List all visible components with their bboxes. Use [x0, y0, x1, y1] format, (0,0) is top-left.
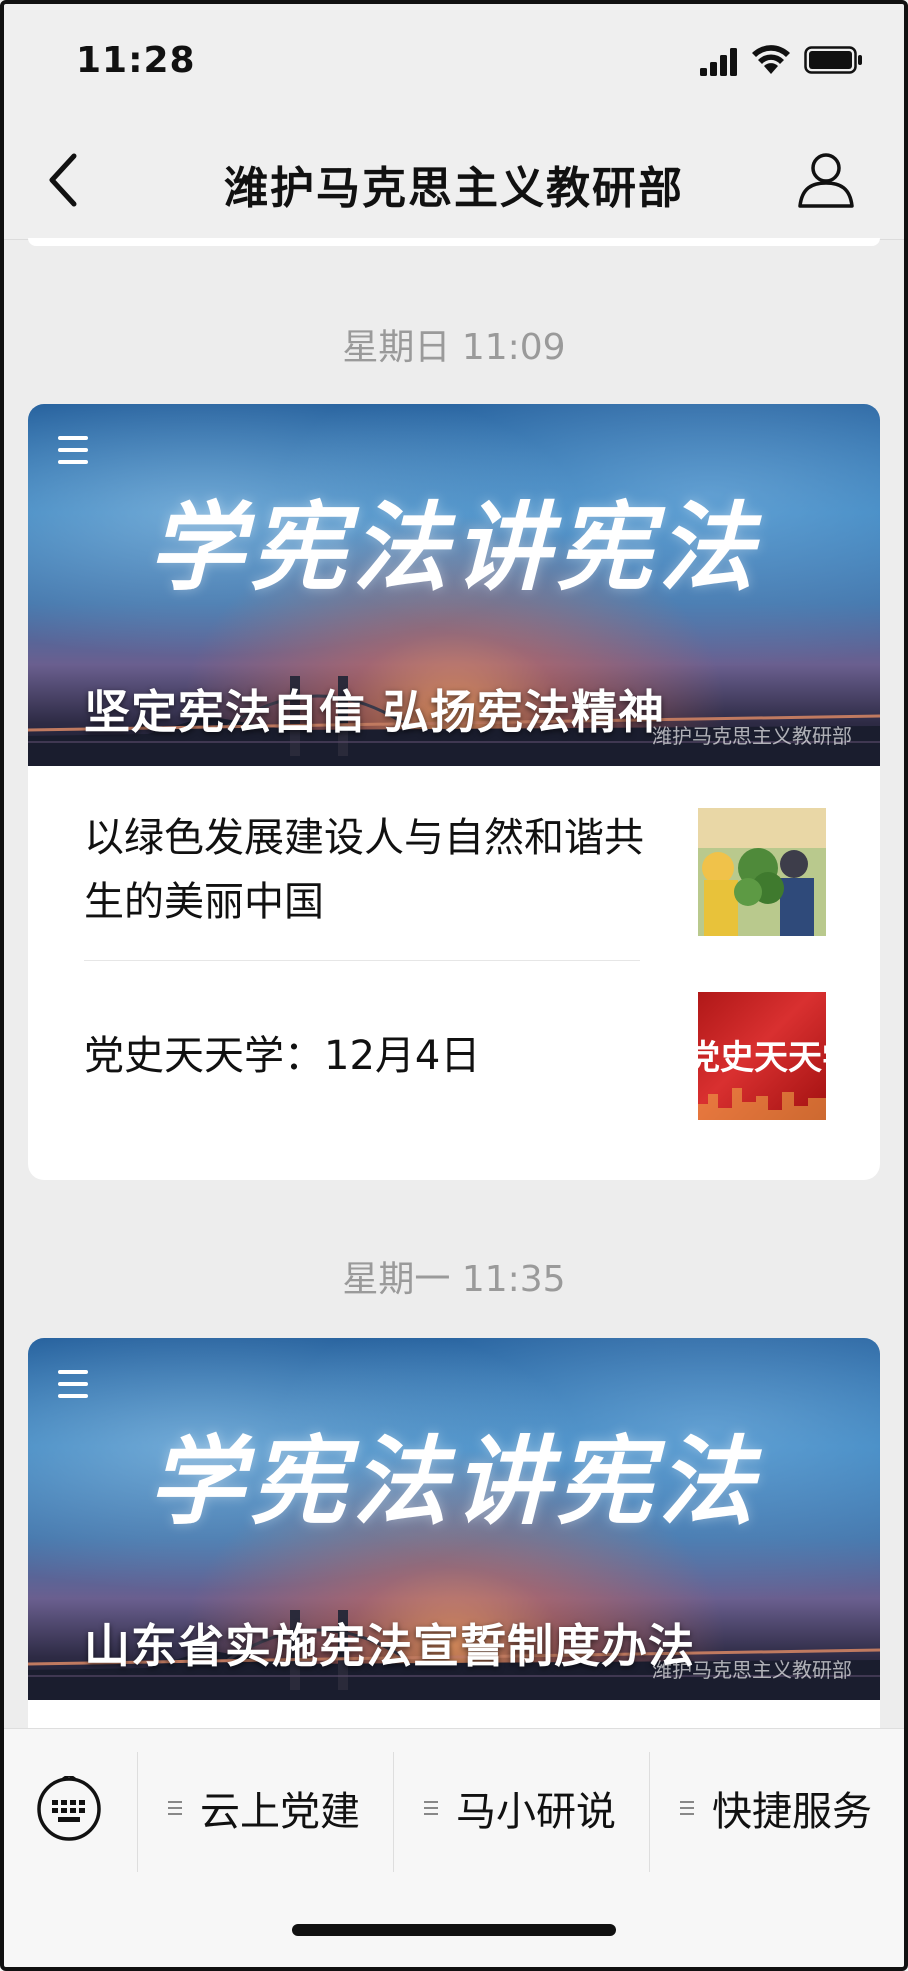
article-thumbnail[interactable]: 党史天天学: [698, 992, 826, 1120]
menu-tab-label: 马小研说: [456, 1789, 616, 1835]
person-icon[interactable]: [796, 150, 856, 210]
article-headline[interactable]: 山东省实施宪法宣誓制度办法: [84, 1610, 695, 1676]
message-timestamp: 星期一 11:35: [342, 1259, 566, 1300]
article-thumbnail[interactable]: [698, 808, 826, 936]
menu-tab-ma-xiao-yan[interactable]: 马小研说: [424, 1778, 616, 1838]
previous-card-edge: [28, 238, 880, 246]
wifi-icon: [752, 45, 790, 74]
menu-separator: [649, 1752, 650, 1872]
menu-separator: [393, 1752, 394, 1872]
article-headline[interactable]: 坚定宪法自信 弘扬宪法精神: [84, 676, 665, 742]
banner-watermark: 潍护马克思主义教研部: [652, 724, 852, 748]
article-card: 学宪法讲宪法 坚定宪法自信 弘扬宪法精神 潍护马克思主义教研部 以绿色发展建设人…: [28, 404, 880, 1180]
list-item[interactable]: 以绿色发展建设人与自然和谐共生的美丽中国: [28, 766, 880, 962]
article-card: 学宪法讲宪法 山东省实施宪法宣誓制度办法 潍护马克思主义教研部: [28, 1338, 880, 1778]
cover-banner[interactable]: 学宪法讲宪法 山东省实施宪法宣誓制度办法 潍护马克思主义教研部: [28, 1338, 880, 1700]
city-skyline-icon: [698, 1088, 826, 1120]
menu-tab-label: 快捷服务: [712, 1789, 872, 1835]
menu-tab-cloud-party[interactable]: 云上党建: [168, 1778, 360, 1838]
article-title[interactable]: 以绿色发展建设人与自然和谐共生的美丽中国: [84, 806, 644, 934]
submenu-icon: [680, 1797, 694, 1819]
article-title[interactable]: 党史天天学：12月4日: [84, 1024, 644, 1088]
menu-tab-quick-services[interactable]: 快捷服务: [680, 1778, 872, 1838]
status-time: 11:28: [76, 40, 196, 81]
menu-tab-label: 云上党建: [200, 1789, 360, 1835]
banner-calligraphy: 学宪法讲宪法: [148, 1425, 760, 1538]
menu-separator: [137, 1752, 138, 1872]
green-plant-photo-icon: [698, 808, 826, 936]
cover-banner[interactable]: 学宪法讲宪法 坚定宪法自信 弘扬宪法精神 潍护马克思主义教研部: [28, 404, 880, 766]
thumbnail-text: 党史天天学: [698, 1038, 826, 1078]
divider: [84, 960, 640, 961]
banner-calligraphy: 学宪法讲宪法: [148, 491, 760, 604]
battery-icon: [804, 46, 862, 74]
list-item[interactable]: 党史天天学：12月4日 党史天天学: [28, 962, 880, 1158]
message-timestamp: 星期日 11:09: [342, 327, 566, 368]
submenu-icon: [424, 1797, 438, 1819]
submenu-icon: [168, 1797, 182, 1819]
banner-watermark: 潍护马克思主义教研部: [652, 1658, 852, 1682]
keyboard-icon[interactable]: [36, 1776, 102, 1842]
home-indicator[interactable]: [292, 1924, 616, 1936]
menu-icon: [58, 1370, 88, 1400]
page-title: 潍护马克思主义教研部: [224, 163, 684, 214]
cellular-signal-icon: [700, 48, 737, 76]
menu-icon: [58, 436, 88, 466]
